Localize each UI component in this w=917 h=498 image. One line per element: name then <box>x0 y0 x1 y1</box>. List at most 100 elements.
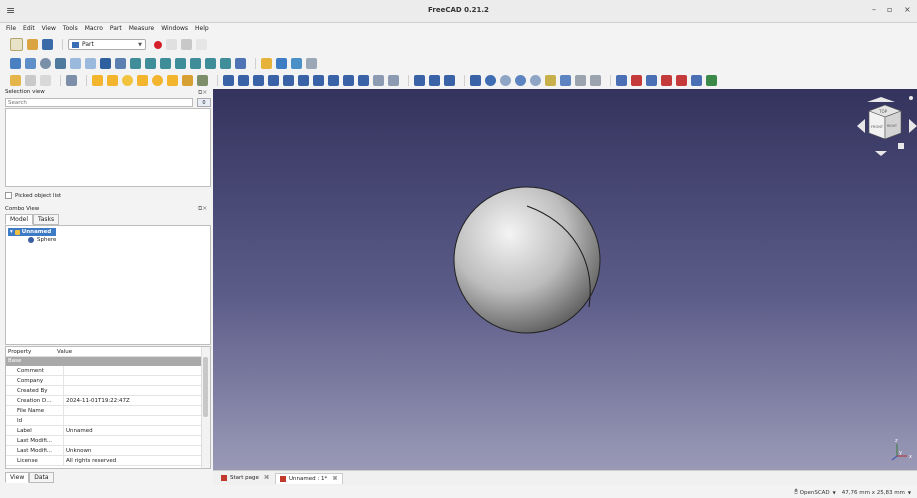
menu-windows[interactable]: Windows <box>161 25 188 32</box>
doc-tab-unnamed[interactable]: Unnamed : 1* ⌘ <box>275 473 343 484</box>
measure-linear-icon[interactable] <box>616 75 627 86</box>
panel-float-close-icon[interactable]: ⧉× <box>198 89 207 97</box>
selection-list[interactable] <box>5 108 211 187</box>
menu-view[interactable]: View <box>42 25 56 32</box>
toggle-3d-measure-icon[interactable] <box>676 75 687 86</box>
front-view-icon[interactable] <box>145 58 156 69</box>
selection-count-button[interactable]: 0 <box>197 98 211 107</box>
table-row[interactable]: Comment <box>6 366 201 376</box>
common-icon[interactable] <box>530 75 541 86</box>
color-per-face-icon[interactable] <box>444 75 455 86</box>
menu-macro[interactable]: Macro <box>85 25 103 32</box>
cut-icon[interactable] <box>500 75 511 86</box>
part-box-icon[interactable] <box>92 75 103 86</box>
3d-viewport[interactable]: TOP FRONT RIGHT z x y <box>213 89 917 470</box>
workbench-selector[interactable]: Part ▼ <box>68 39 146 50</box>
part-cone-icon[interactable] <box>137 75 148 86</box>
stop-macro-icon[interactable] <box>166 39 177 50</box>
part-sphere-icon[interactable] <box>122 75 133 86</box>
menu-measure[interactable]: Measure <box>129 25 155 32</box>
navcube-home-icon[interactable] <box>898 143 904 149</box>
ruled-surface-icon[interactable] <box>313 75 324 86</box>
record-macro-icon[interactable] <box>154 40 162 49</box>
property-value[interactable]: 2024-11-01T19:22:47Z <box>63 395 201 406</box>
toggle-delta-icon[interactable] <box>691 75 702 86</box>
new-document-icon[interactable] <box>10 38 23 51</box>
navcube-bottom-arrow-icon[interactable] <box>875 151 887 156</box>
property-value[interactable]: Unnamed <box>63 425 201 436</box>
part-primitives-icon[interactable] <box>182 75 193 86</box>
tab-model[interactable]: Model <box>5 214 34 225</box>
property-value[interactable] <box>63 435 201 446</box>
table-row[interactable]: File Name <box>6 405 201 416</box>
measure-distance-icon[interactable] <box>235 58 246 69</box>
combo-float-close-icon[interactable]: ⧉× <box>198 205 207 213</box>
table-row[interactable]: Id <box>6 415 201 426</box>
minimize-button[interactable]: – <box>872 5 876 14</box>
property-value[interactable] <box>63 366 201 376</box>
rear-view-icon[interactable] <box>190 58 201 69</box>
property-value[interactable]: Unknown <box>63 445 201 456</box>
property-value[interactable] <box>63 415 201 426</box>
close-tab-icon[interactable]: ⌘ <box>264 475 270 481</box>
menu-help[interactable]: Help <box>195 25 209 32</box>
create-group-icon[interactable] <box>276 58 287 69</box>
offset-icon[interactable] <box>388 75 399 86</box>
menu-part[interactable]: Part <box>110 25 122 32</box>
navcube-left-arrow-icon[interactable] <box>857 119 865 133</box>
sync-view-icon[interactable] <box>100 58 111 69</box>
fuse-icon[interactable] <box>515 75 526 86</box>
property-group-base[interactable]: Base <box>6 357 201 366</box>
check-geometry-icon[interactable] <box>575 75 586 86</box>
fit-selection-icon[interactable] <box>25 58 36 69</box>
chevron-down-icon[interactable]: ▼ <box>908 490 911 495</box>
boolean-icon[interactable] <box>485 75 496 86</box>
expand-arrow-icon[interactable]: ▾ <box>10 229 13 235</box>
sweep-icon[interactable] <box>343 75 354 86</box>
compound-tools-icon[interactable] <box>470 75 481 86</box>
menu-tools[interactable]: Tools <box>63 25 78 32</box>
chamfer-icon[interactable] <box>283 75 294 86</box>
property-value[interactable] <box>63 375 201 386</box>
zoom-icon[interactable] <box>115 58 126 69</box>
make-face-icon[interactable] <box>298 75 309 86</box>
table-row[interactable]: Company <box>6 375 201 386</box>
doc-tab-start-page[interactable]: Start page ⌘ <box>217 473 273 483</box>
refresh-icon[interactable] <box>40 75 51 86</box>
picked-object-checkbox[interactable] <box>5 192 12 199</box>
split-tools-icon[interactable] <box>560 75 571 86</box>
close-button[interactable]: × <box>904 5 911 14</box>
clear-measurements-icon[interactable] <box>661 75 672 86</box>
loft-icon[interactable] <box>328 75 339 86</box>
mirror-icon[interactable] <box>253 75 264 86</box>
execute-macro-icon[interactable] <box>196 39 207 50</box>
tab-view[interactable]: View <box>5 472 30 483</box>
maximize-button[interactable]: ▫ <box>887 5 892 14</box>
defeaturing-icon[interactable] <box>590 75 601 86</box>
table-row[interactable]: License All rights reserved <box>6 455 201 466</box>
measure-angular-icon[interactable] <box>631 75 642 86</box>
menu-edit[interactable]: Edit <box>23 25 35 32</box>
bottom-view-icon[interactable] <box>205 58 216 69</box>
table-row[interactable]: Last Modifi... Unknown <box>6 445 201 456</box>
part-torus-icon[interactable] <box>152 75 163 86</box>
right-view-icon[interactable] <box>175 58 186 69</box>
thickness-icon[interactable] <box>414 75 425 86</box>
navigation-cube[interactable]: TOP FRONT RIGHT <box>857 96 917 156</box>
fit-all-icon[interactable] <box>10 58 21 69</box>
chevron-down-icon[interactable]: ▼ <box>833 490 836 495</box>
extrude-icon[interactable] <box>223 75 234 86</box>
part-tube-icon[interactable] <box>167 75 178 86</box>
navigation-style[interactable]: OpenSCAD <box>800 490 830 496</box>
section-icon[interactable] <box>358 75 369 86</box>
close-tab-icon[interactable]: ⌘ <box>332 476 338 482</box>
forward-arrow-icon[interactable] <box>85 58 96 69</box>
tab-tasks[interactable]: Tasks <box>33 214 60 225</box>
create-link-icon[interactable] <box>291 58 302 69</box>
table-row[interactable]: Last Modifi... <box>6 435 201 446</box>
toggle-all-measure-icon[interactable] <box>706 75 717 86</box>
table-row[interactable]: Created By <box>6 385 201 396</box>
navcube-right-arrow-icon[interactable] <box>909 119 917 133</box>
selection-search-input[interactable] <box>5 98 193 107</box>
table-row[interactable]: Creation D... 2024-11-01T19:22:47Z <box>6 395 201 406</box>
